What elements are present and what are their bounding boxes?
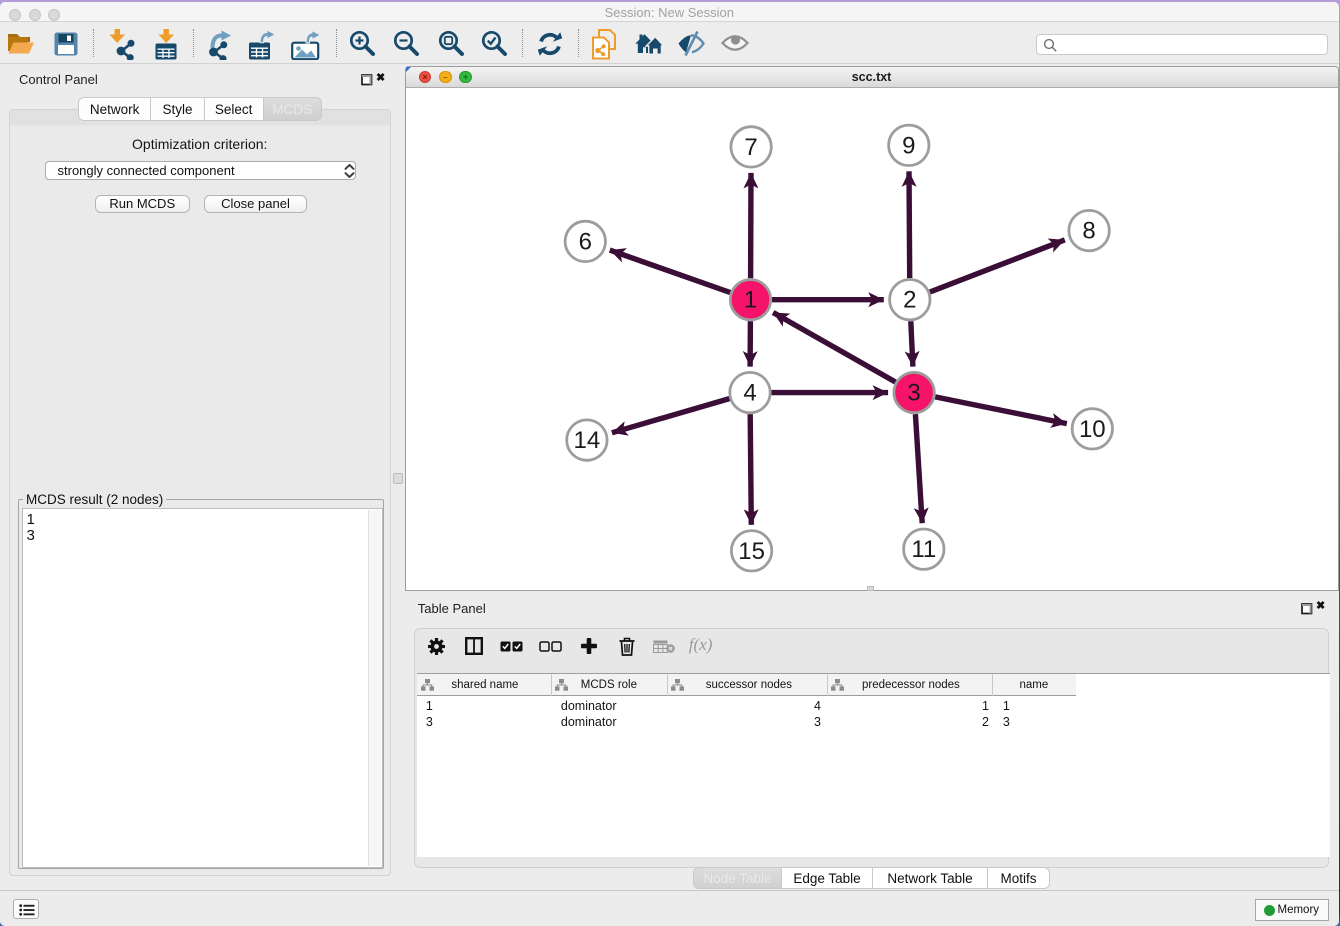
svg-text:7: 7 <box>744 133 757 160</box>
svg-text:10: 10 <box>1079 415 1106 442</box>
svg-text:11: 11 <box>911 536 936 563</box>
svg-text:2: 2 <box>903 286 916 313</box>
svg-text:14: 14 <box>574 427 601 454</box>
svg-text:4: 4 <box>743 379 756 406</box>
svg-text:6: 6 <box>579 228 592 255</box>
svg-text:9: 9 <box>902 132 915 159</box>
svg-text:1: 1 <box>744 286 757 313</box>
svg-text:3: 3 <box>907 379 920 406</box>
svg-text:8: 8 <box>1082 217 1095 244</box>
svg-text:15: 15 <box>738 537 765 564</box>
